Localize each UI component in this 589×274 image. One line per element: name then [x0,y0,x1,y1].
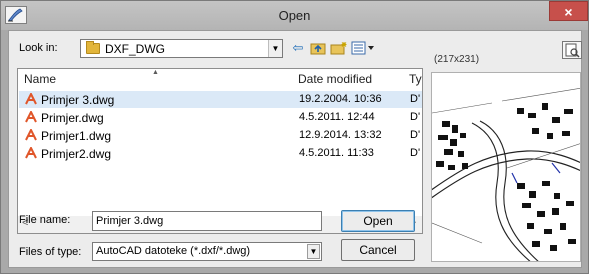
file-type-select[interactable]: AutoCAD datoteke (*.dxf/*.dwg) ▼ [92,242,322,261]
column-header-name[interactable]: Name [24,72,56,86]
file-name: Primjer 3.dwg [41,93,115,107]
window-title: Open [278,8,311,23]
file-type: D' [410,93,421,105]
preview-toggle-button[interactable] [562,41,582,59]
column-header-date-modified[interactable]: Date modified [298,72,372,86]
sort-ascending-icon: ▲ [152,69,159,76]
file-date: 4.5.2011. 11:33 [299,147,374,159]
look-in-combobox[interactable]: DXF_DWG ▼ [80,39,283,58]
folder-icon [86,41,100,54]
views-icon[interactable] [350,39,376,57]
file-type-value: AutoCAD datoteke (*.dxf/*.dwg) [96,245,251,257]
chevron-down-icon[interactable]: ▼ [307,244,320,259]
file-type: D' [410,129,421,141]
look-in-label: Look in: [19,42,58,54]
file-date: 12.9.2014. 13:32 [299,129,382,141]
dwg-file-icon [25,145,37,159]
drawing-preview [431,72,581,262]
file-row[interactable]: Primjer 3.dwg 19.2.2004. 10:36 D' [19,91,422,108]
file-row[interactable]: Primjer.dwg 4.5.2011. 12:44 D' [19,109,422,126]
open-button[interactable]: Open [341,210,415,232]
file-name: Primjer.dwg [41,111,104,125]
close-button[interactable]: × [549,1,588,21]
chevron-down-icon[interactable]: ▼ [268,40,282,57]
look-in-value: DXF_DWG [105,42,165,56]
cancel-button[interactable]: Cancel [341,239,415,261]
file-row[interactable]: Primjer2.dwg 4.5.2011. 11:33 D' [19,145,422,162]
new-folder-icon[interactable] [329,39,349,57]
file-name: Primjer2.dwg [41,147,112,161]
file-type-label: Files of type: [19,246,82,258]
file-row[interactable]: Primjer1.dwg 12.9.2014. 13:32 D' [19,127,422,144]
preview-dimensions: (217x231) [434,54,480,65]
dialog-body: Look in: DXF_DWG ▼ ⇦ (217x231) Name ▲ Da… [8,30,582,268]
dwg-file-icon [25,91,37,105]
file-name-field[interactable] [92,211,322,231]
file-type: D' [410,147,421,159]
file-name: Primjer1.dwg [41,129,112,143]
dwg-file-icon [25,109,37,123]
title-bar[interactable]: Open × [1,1,588,30]
file-name-label: File name: [19,214,71,226]
column-header-type[interactable]: Ty [409,72,422,86]
file-date: 19.2.2004. 10:36 [299,93,382,105]
file-date: 4.5.2011. 12:44 [299,111,375,123]
open-dialog: Open × Look in: DXF_DWG ▼ ⇦ (217x231) Na… [0,0,589,274]
file-type: D' [410,111,421,123]
up-folder-icon[interactable] [308,39,328,57]
back-icon[interactable]: ⇦ [288,39,308,57]
dwg-file-icon [25,127,37,141]
